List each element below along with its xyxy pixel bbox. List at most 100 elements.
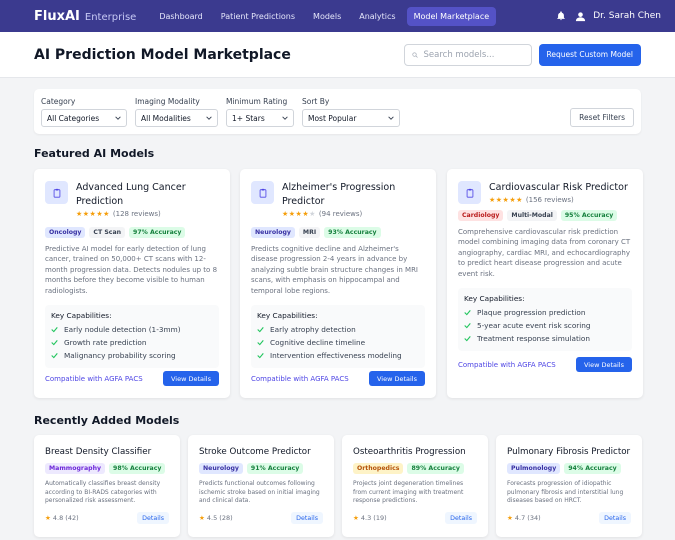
model-title[interactable]: Stroke Outcome Predictor (199, 447, 323, 457)
details-button[interactable]: Details (445, 512, 477, 524)
brand-logo[interactable]: FluxAI (34, 9, 80, 24)
model-description: Projects joint degeneration timelines fr… (353, 480, 464, 504)
details-button[interactable]: Details (599, 512, 631, 524)
capability-item: Intervention effectiveness modeling (257, 351, 419, 360)
rating-select[interactable]: 1+ Stars (226, 109, 294, 127)
compatibility-link[interactable]: Compatible with AGFA PACS (251, 375, 349, 383)
card-footer: ★ 4.8 (42) Details (45, 512, 169, 524)
capability-item: Cognitive decline timeline (257, 338, 419, 347)
user-icon[interactable] (575, 11, 586, 22)
capability-text: Malignancy probability scoring (64, 351, 176, 361)
rating-value: 4.8 (42) (52, 514, 79, 522)
top-nav: FluxAI Enterprise Dashboard Patient Pred… (0, 0, 675, 32)
category-tag: Pulmonology (507, 463, 561, 474)
model-description: Automatically classifies breast density … (45, 480, 161, 504)
nav-link-analytics[interactable]: Analytics (352, 7, 402, 26)
nav-link-dashboard[interactable]: Dashboard (152, 7, 209, 26)
rating-value: 4.5 (28) (206, 514, 233, 522)
view-details-button[interactable]: View Details (575, 357, 632, 372)
card-footer: ★ 4.3 (19) Details (353, 512, 477, 524)
star-rating: ★★★★★ (282, 210, 316, 218)
search-input[interactable] (423, 49, 524, 60)
category-filter: Category All Categories (41, 97, 127, 127)
chevron-down-icon (388, 116, 394, 120)
modality-tag: MRI (298, 227, 321, 238)
details-button[interactable]: Details (137, 512, 169, 524)
card-footer: Compatible with AGFA PACS View Details (251, 371, 425, 386)
accuracy-tag: 98% Accuracy (109, 463, 166, 474)
model-title[interactable]: Osteoarthritis Progression (353, 447, 477, 457)
featured-section-title: Featured AI Models (34, 147, 155, 160)
capability-text: Early atrophy detection (270, 325, 356, 335)
modality-tag: CT Scan (89, 227, 126, 238)
compatibility-link[interactable]: Compatible with AGFA PACS (458, 361, 556, 369)
modality-select[interactable]: All Modalities (135, 109, 218, 127)
rating-label: Minimum Rating (226, 97, 288, 106)
view-details-button[interactable]: View Details (162, 371, 219, 386)
model-tags: Pulmonology 94% Accuracy (507, 463, 631, 474)
reset-filters-button[interactable]: Reset Filters (570, 108, 634, 127)
modality-filter: Imaging Modality All Modalities (135, 97, 218, 127)
chevron-down-icon (282, 116, 288, 120)
capability-text: Plaque progression prediction (477, 308, 586, 318)
check-icon (464, 323, 471, 329)
bell-icon[interactable] (556, 11, 566, 21)
capabilities-title: Key Capabilities: (257, 311, 318, 321)
nav-link-model-marketplace[interactable]: Model Marketplace (406, 6, 497, 26)
card-footer: Compatible with AGFA PACS View Details (45, 371, 219, 386)
check-icon (464, 310, 471, 316)
check-icon (51, 327, 58, 333)
details-button[interactable]: Details (291, 512, 323, 524)
check-icon (257, 327, 264, 333)
model-tags: Orthopedics 89% Accuracy (353, 463, 477, 474)
user-name[interactable]: Dr. Sarah Chen (593, 11, 661, 21)
model-description: Predictive AI model for early detection … (45, 245, 218, 295)
capabilities-title: Key Capabilities: (51, 311, 112, 321)
view-details-button[interactable]: View Details (368, 371, 425, 386)
model-title[interactable]: Breast Density Classifier (45, 447, 169, 457)
page-title: AI Prediction Model Marketplace (34, 46, 291, 63)
capability-item: Growth rate prediction (51, 338, 213, 347)
capability-item: Treatment response simulation (464, 334, 626, 343)
capabilities-title: Key Capabilities: (464, 294, 525, 304)
nav-link-patient-predictions[interactable]: Patient Predictions (214, 7, 302, 26)
model-title[interactable]: Advanced Lung Cancer Prediction (76, 181, 219, 209)
filter-bar: Category All Categories Imaging Modality… (34, 89, 641, 134)
model-title[interactable]: Cardiovascular Risk Predictor (489, 181, 628, 195)
model-rating: ★★★★★ (128 reviews) (76, 210, 219, 218)
model-title[interactable]: Pulmonary Fibrosis Predictor (507, 447, 631, 457)
request-custom-model-button[interactable]: Request Custom Model (538, 43, 641, 66)
chevron-down-icon (115, 116, 121, 120)
capability-item: Malignancy probability scoring (51, 351, 213, 360)
recent-card-stroke-outcome: Stroke Outcome Predictor Neurology 91% A… (188, 435, 334, 537)
capability-item: Early atrophy detection (257, 325, 419, 334)
star-icon: ★ (507, 514, 513, 522)
category-tag: Neurology (251, 227, 295, 238)
compatibility-link[interactable]: Compatible with AGFA PACS (45, 375, 143, 383)
star-icon: ★ (353, 514, 359, 522)
review-count: (94 reviews) (318, 210, 363, 218)
nav-links: Dashboard Patient Predictions Models Ana… (152, 6, 497, 26)
check-icon (464, 336, 471, 342)
empty-stars: ★ (309, 210, 316, 218)
capability-text: Growth rate prediction (64, 338, 147, 348)
search-box[interactable] (403, 43, 532, 66)
capability-item: Plaque progression prediction (464, 308, 626, 317)
model-description: Predicts functional outcomes following i… (199, 480, 320, 504)
model-rating: ★ 4.8 (42) (45, 514, 79, 522)
sort-select[interactable]: Most Popular (302, 109, 400, 127)
category-label: Category (41, 97, 76, 106)
category-tag: Oncology (45, 227, 86, 238)
filled-stars: ★★★★ (282, 210, 310, 218)
accuracy-tag: 95% Accuracy (560, 210, 618, 221)
nav-link-models[interactable]: Models (306, 7, 348, 26)
check-icon (257, 353, 264, 359)
brand-subtitle: Enterprise (84, 11, 137, 23)
category-select[interactable]: All Categories (41, 109, 127, 127)
rating-value: 1+ Stars (232, 113, 265, 123)
rating-filter: Minimum Rating 1+ Stars (226, 97, 294, 127)
model-title[interactable]: Alzheimer's Progression Predictor (282, 181, 425, 209)
star-icon: ★ (199, 514, 205, 522)
capability-text: Treatment response simulation (477, 334, 590, 344)
card-footer: Compatible with AGFA PACS View Details (458, 357, 632, 372)
